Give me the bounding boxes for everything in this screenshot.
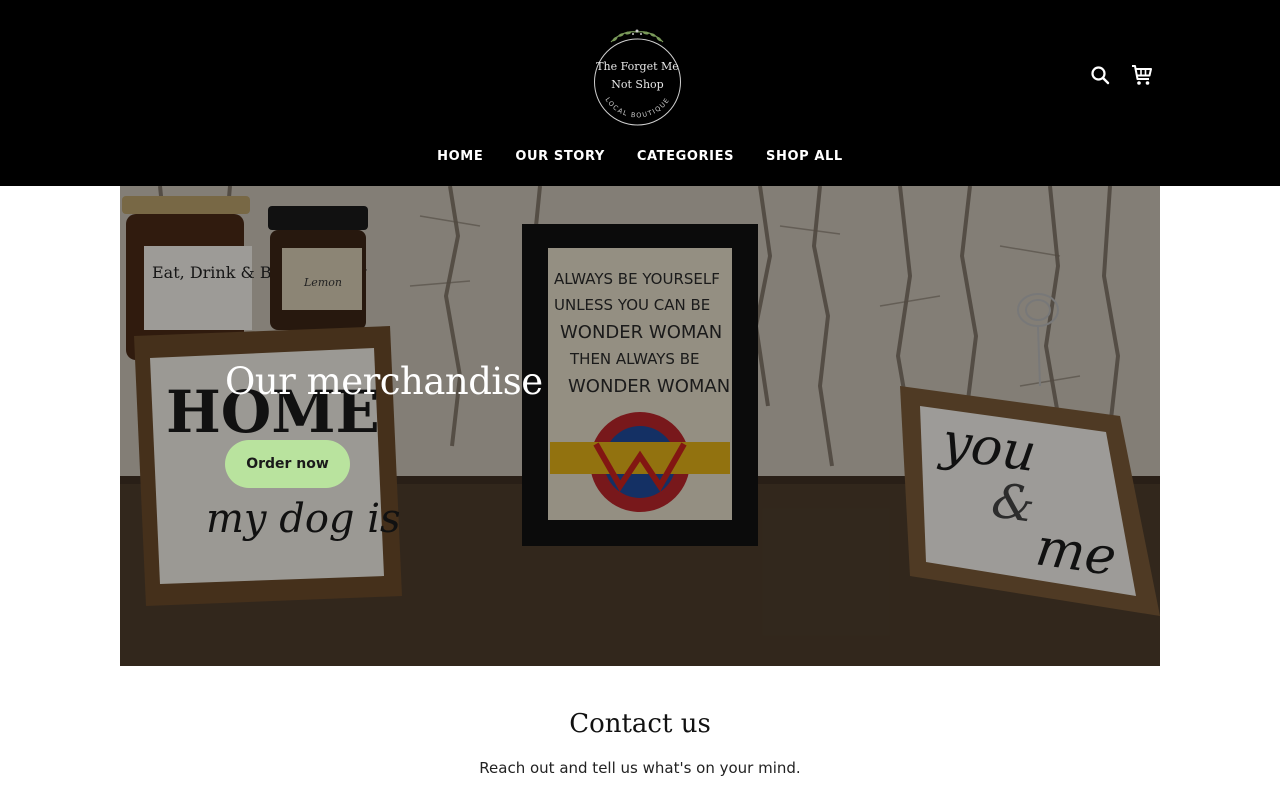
contact-subtitle: Reach out and tell us what's on your min… xyxy=(479,759,801,777)
hero-title: Our merchandise xyxy=(225,360,543,403)
main-nav: HOME OUR STORY CATEGORIES SHOP ALL xyxy=(0,146,1280,168)
contact-title: Contact us xyxy=(569,709,711,739)
nav-home[interactable]: HOME xyxy=(437,146,483,168)
order-now-button[interactable]: Order now xyxy=(225,440,350,488)
nav-categories[interactable]: CATEGORIES xyxy=(637,146,734,168)
logo-ring-text: LOCAL BOUTIQUE xyxy=(603,96,671,120)
search-icon[interactable] xyxy=(1088,63,1112,87)
cart-icon[interactable] xyxy=(1130,63,1154,87)
hero-banner: Eat, Drink & Be Rosemary Lemon HOME my d… xyxy=(120,186,1160,666)
svg-text:LOCAL BOUTIQUE: LOCAL BOUTIQUE xyxy=(603,96,671,120)
nav-shop-all[interactable]: SHOP ALL xyxy=(766,146,843,168)
header-actions xyxy=(1088,62,1154,88)
shop-logo[interactable]: The Forget Me Not Shop LOCAL BOUTIQUE xyxy=(593,28,682,127)
logo-ring-label: LOCAL BOUTIQUE xyxy=(603,96,670,120)
hero-overlay xyxy=(120,186,1160,666)
nav-our-story[interactable]: OUR STORY xyxy=(515,146,605,168)
site-header: The Forget Me Not Shop LOCAL BOUTIQUE HO… xyxy=(0,0,1280,186)
